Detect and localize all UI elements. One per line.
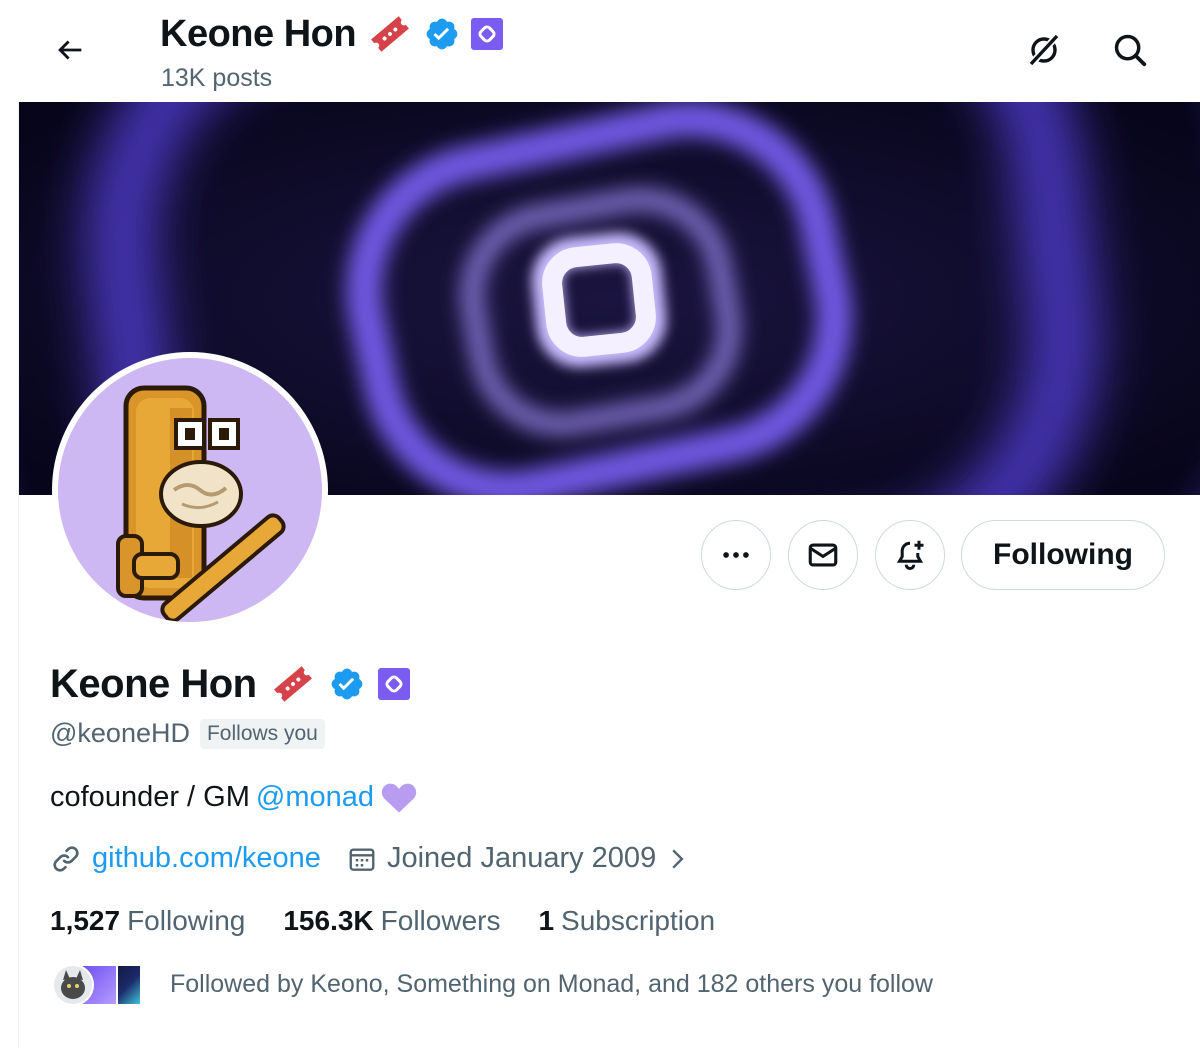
link-icon	[53, 845, 79, 872]
bell-plus-icon	[896, 540, 924, 570]
following-count: 1,527	[50, 905, 121, 936]
chevron-right-icon	[672, 848, 684, 869]
follower-avatar	[52, 964, 94, 1006]
back-button[interactable]	[44, 24, 96, 76]
more-button[interactable]	[701, 520, 771, 590]
verified-badge-icon	[426, 18, 458, 50]
purple-heart-icon	[381, 783, 417, 813]
follows-you-badge: Follows you	[199, 718, 325, 749]
followers-count: 156.3K	[283, 905, 374, 936]
joined-text: Joined January 2009	[386, 842, 657, 874]
bio-mention-link[interactable]: @monad	[256, 781, 374, 814]
verified-badge-icon[interactable]	[329, 666, 365, 702]
profile-name: Keone Hon	[50, 661, 257, 706]
top-name: Keone Hon	[160, 12, 357, 55]
grok-button[interactable]	[1018, 24, 1070, 76]
top-title: Keone Hon	[160, 10, 504, 58]
followed-by-text: Followed by Keono, Something on Monad, a…	[170, 969, 933, 998]
monad-affiliate-icon[interactable]	[377, 667, 411, 701]
subscriptions-label: Subscription	[561, 905, 716, 936]
search-icon	[1114, 34, 1147, 67]
ticket-icon	[371, 16, 409, 52]
profile-handle: @keoneHD	[50, 718, 190, 748]
grok-icon	[1029, 34, 1059, 66]
following-button[interactable]: Following	[961, 520, 1165, 590]
website-link[interactable]: github.com/keone	[92, 842, 321, 875]
joined-date[interactable]: Joined January 2009	[347, 842, 690, 875]
avatar-image	[58, 358, 322, 622]
followers-label: Followers	[380, 905, 501, 936]
search-button[interactable]	[1104, 24, 1156, 76]
more-icon	[723, 552, 749, 558]
arrow-left-icon	[58, 40, 82, 60]
followers-stat[interactable]: 156.3K Followers	[283, 905, 500, 937]
bio-text: cofounder / GM	[50, 780, 250, 813]
handle-row: @keoneHD Follows you	[50, 718, 325, 749]
message-button[interactable]	[788, 520, 858, 590]
subscriptions-count: 1	[538, 905, 555, 936]
profile-meta: github.com/keone Joined January 2009	[50, 842, 690, 875]
calendar-icon	[349, 847, 375, 871]
top-bar: Keone Hon 13K posts	[0, 0, 1200, 102]
notify-button[interactable]	[875, 520, 945, 590]
profile-stats: 1,527 Following 156.3K Followers 1 Subsc…	[50, 905, 753, 937]
monad-affiliate-icon	[471, 18, 504, 50]
subscriptions-stat[interactable]: 1 Subscription	[538, 905, 715, 937]
following-label: Following	[127, 905, 246, 936]
post-count: 13K posts	[161, 64, 273, 92]
profile-avatar[interactable]	[52, 352, 328, 628]
following-stat[interactable]: 1,527 Following	[50, 905, 245, 937]
followed-by-avatars	[52, 962, 144, 1006]
profile-bio: cofounder / GM @monad	[50, 780, 418, 814]
followed-by-row[interactable]: Followed by Keono, Something on Monad, a…	[52, 962, 933, 1006]
ticket-icon	[273, 666, 312, 702]
profile-name-row: Keone Hon	[50, 660, 411, 708]
mail-icon	[808, 543, 838, 567]
